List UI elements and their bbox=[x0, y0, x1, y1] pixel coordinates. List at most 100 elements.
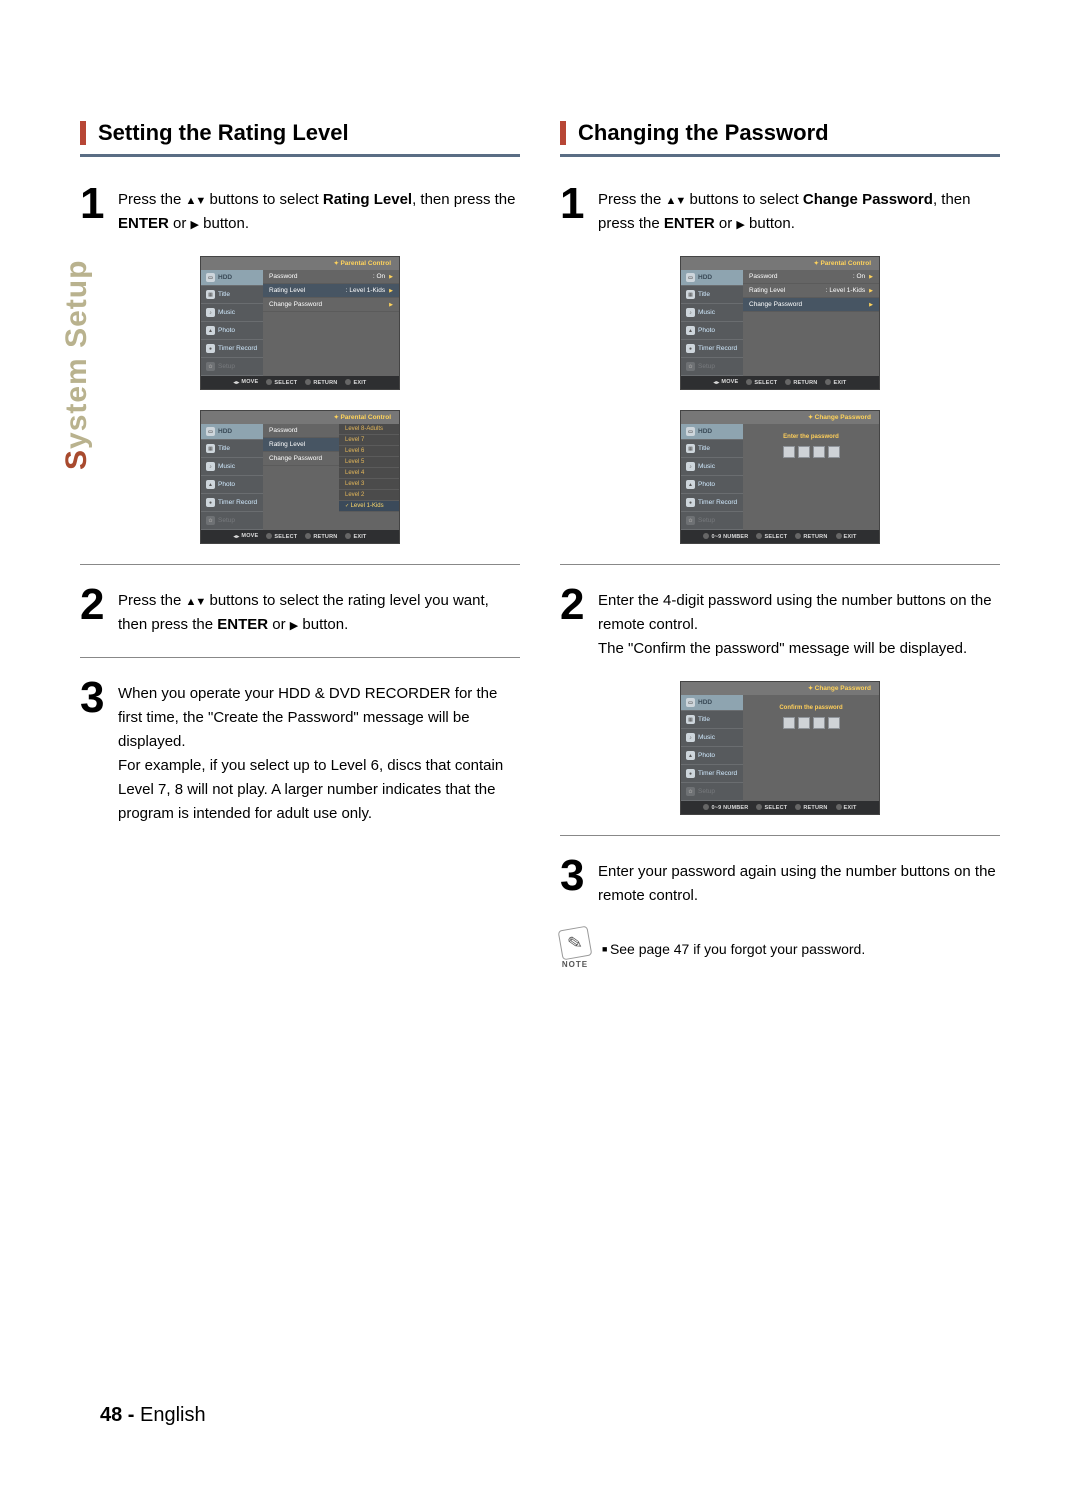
osd-rating-levels: Parental Control ▭HDD ▦Title ♪Music ▲Pho… bbox=[200, 410, 400, 544]
divider bbox=[560, 835, 1000, 836]
right-column: Changing the Password 1 Press the button… bbox=[560, 120, 1000, 969]
heading-bar bbox=[80, 121, 86, 145]
step-text: Press the buttons to select Rating Level… bbox=[118, 182, 520, 236]
hdd-icon: ▭ bbox=[686, 273, 695, 282]
nav-photo: ▲Photo bbox=[201, 322, 263, 340]
opt-l5: Level 5 bbox=[339, 457, 399, 468]
osd-enter-password: Change Password ▭HDD ▦Title ♪Music ▲Phot… bbox=[680, 410, 880, 544]
step-number: 1 bbox=[80, 182, 118, 236]
arrow-icon bbox=[385, 301, 393, 308]
divider bbox=[560, 564, 1000, 565]
side-tab-rest: ystem Setup bbox=[60, 260, 93, 449]
opt-l7: Level 7 bbox=[339, 435, 399, 446]
right-icon bbox=[736, 215, 744, 232]
osd-parental-control: Parental Control ▭HDD ▦Title ♪Music ▲Pho… bbox=[200, 256, 400, 390]
music-icon: ♪ bbox=[206, 308, 215, 317]
osd-bottom-bar: MOVE SELECT RETURN EXIT bbox=[201, 376, 399, 389]
row-password: Password: On bbox=[263, 270, 399, 284]
timer-icon: ● bbox=[686, 498, 695, 507]
prompt-confirm: Confirm the password bbox=[743, 695, 879, 717]
page-number: 48 - bbox=[100, 1404, 134, 1426]
opt-l3: Level 3 bbox=[339, 479, 399, 490]
right-icon bbox=[290, 616, 298, 633]
osd-nav: ▭HDD ▦Title ♪Music ▲Photo ●Timer Record … bbox=[201, 270, 263, 376]
nav-timer: ●Timer Record bbox=[201, 340, 263, 358]
btn-number: 0~9 NUMBER bbox=[703, 533, 748, 540]
heading-change-password: Changing the Password bbox=[560, 120, 1000, 157]
side-tab-s: S bbox=[60, 449, 93, 470]
opt-l1: Level 1-Kids bbox=[339, 501, 399, 512]
music-icon: ♪ bbox=[686, 462, 695, 471]
row-change-password: Change Password bbox=[263, 298, 399, 312]
heading-bar bbox=[560, 121, 566, 145]
nav-hdd: ▭HDD bbox=[201, 270, 263, 286]
row-password: Password bbox=[263, 424, 339, 438]
level-options: Level 8-Adults Level 7 Level 6 Level 5 L… bbox=[339, 424, 399, 530]
up-down-icon bbox=[186, 592, 206, 609]
right-step-1: 1 Press the buttons to select Change Pas… bbox=[560, 182, 1000, 236]
arrow-icon bbox=[385, 273, 393, 280]
btn-return: RETURN bbox=[305, 379, 337, 386]
music-icon: ♪ bbox=[206, 462, 215, 471]
opt-l4: Level 4 bbox=[339, 468, 399, 479]
left-step-2: 2 Press the buttons to select the rating… bbox=[80, 583, 520, 637]
row-rating: Rating Level bbox=[263, 438, 339, 452]
heading-rating-level: Setting the Rating Level bbox=[80, 120, 520, 157]
photo-icon: ▲ bbox=[686, 751, 695, 760]
osd-title: Parental Control bbox=[201, 411, 399, 424]
osd-title: Parental Control bbox=[201, 257, 399, 270]
note-text: See page 47 if you forgot your password. bbox=[602, 941, 865, 957]
up-down-icon bbox=[666, 191, 686, 208]
title-icon: ▦ bbox=[686, 444, 695, 453]
title-icon: ▦ bbox=[206, 444, 215, 453]
opt-l6: Level 6 bbox=[339, 446, 399, 457]
row-rating: Rating Level: Level 1-Kids bbox=[263, 284, 399, 298]
music-icon: ♪ bbox=[686, 733, 695, 742]
right-step-3: 3 Enter your password again using the nu… bbox=[560, 854, 1000, 908]
prompt-enter: Enter the password bbox=[743, 424, 879, 446]
nav-title: ▦Title bbox=[201, 286, 263, 304]
left-step-3: 3 When you operate your HDD & DVD RECORD… bbox=[80, 676, 520, 826]
hdd-icon: ▭ bbox=[686, 427, 695, 436]
nav-setup: ✿Setup bbox=[201, 358, 263, 376]
left-step-1: 1 Press the buttons to select Rating Lev… bbox=[80, 182, 520, 236]
title-icon: ▦ bbox=[686, 290, 695, 299]
heading-text: Changing the Password bbox=[578, 120, 829, 146]
opt-l2: Level 2 bbox=[339, 490, 399, 501]
row-change-password: Change Password bbox=[263, 452, 339, 466]
btn-move: MOVE bbox=[234, 379, 259, 386]
osd-change-password-select: Parental Control ▭HDD ▦Title ♪Music ▲Pho… bbox=[680, 256, 880, 390]
osd-title: Change Password bbox=[681, 411, 879, 424]
photo-icon: ▲ bbox=[686, 480, 695, 489]
password-boxes bbox=[743, 717, 879, 743]
setup-icon: ✿ bbox=[686, 362, 695, 371]
photo-icon: ▲ bbox=[206, 480, 215, 489]
nav-music: ♪Music bbox=[201, 304, 263, 322]
setup-icon: ✿ bbox=[686, 787, 695, 796]
setup-icon: ✿ bbox=[686, 516, 695, 525]
btn-select: SELECT bbox=[266, 379, 297, 386]
timer-icon: ● bbox=[206, 344, 215, 353]
left-column: Setting the Rating Level 1 Press the but… bbox=[80, 120, 520, 969]
setup-icon: ✿ bbox=[206, 362, 215, 371]
page-footer: 48 - English bbox=[100, 1404, 206, 1427]
hdd-icon: ▭ bbox=[206, 427, 215, 436]
page-lang: English bbox=[134, 1404, 205, 1426]
arrow-icon bbox=[865, 301, 873, 308]
osd-bottom-bar: MOVE SELECT RETURN EXIT bbox=[201, 530, 399, 543]
timer-icon: ● bbox=[686, 769, 695, 778]
note-label: NOTE bbox=[562, 960, 588, 969]
divider bbox=[80, 564, 520, 565]
osd-pane: Password: On Rating Level: Level 1-Kids … bbox=[263, 270, 399, 376]
note-row: ✎ NOTE See page 47 if you forgot your pa… bbox=[560, 928, 1000, 969]
osd-confirm-password: Change Password ▭HDD ▦Title ♪Music ▲Phot… bbox=[680, 681, 880, 815]
opt-l8: Level 8-Adults bbox=[339, 424, 399, 435]
note-icon: ✎ bbox=[558, 926, 593, 961]
title-icon: ▦ bbox=[206, 290, 215, 299]
osd-title: Parental Control bbox=[681, 257, 879, 270]
arrow-icon bbox=[385, 287, 393, 294]
setup-icon: ✿ bbox=[206, 516, 215, 525]
up-down-icon bbox=[186, 191, 206, 208]
right-step-2: 2 Enter the 4-digit password using the n… bbox=[560, 583, 1000, 661]
title-icon: ▦ bbox=[686, 715, 695, 724]
